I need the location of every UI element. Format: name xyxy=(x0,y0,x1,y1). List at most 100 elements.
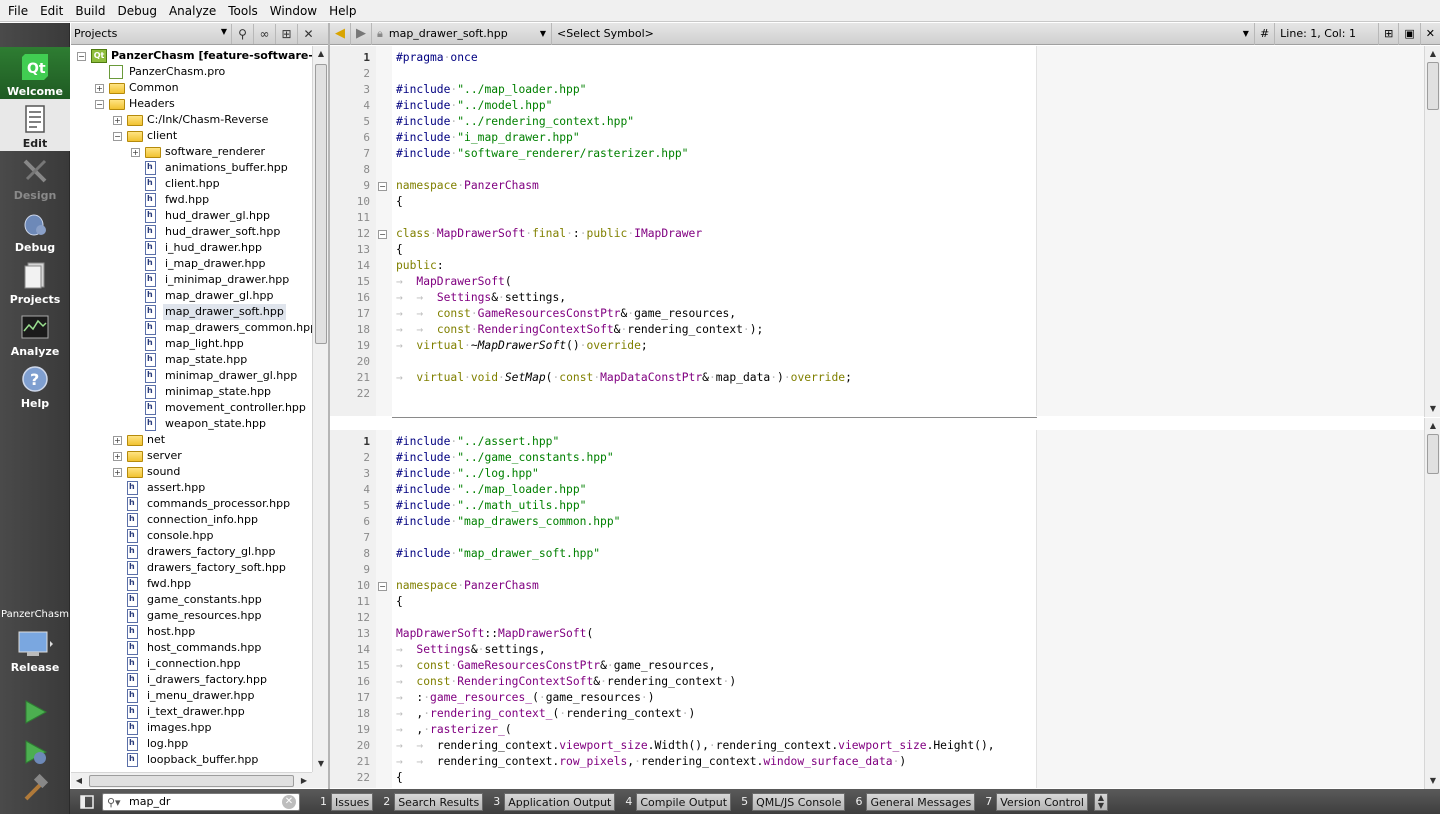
code-line[interactable]: 8 xyxy=(330,162,1424,178)
mode-analyze[interactable]: Analyze xyxy=(0,307,70,359)
code-line[interactable]: 15 → MapDrawerSoft( xyxy=(330,274,1424,290)
tree-item[interactable]: − Headers xyxy=(71,96,312,112)
code-editor-source[interactable]: 1 #include·"../assert.hpp" 2 #include·"../g… xyxy=(330,430,1424,788)
close-icon[interactable]: ✕ xyxy=(297,23,319,44)
tree-item[interactable]: h animations_buffer.hpp xyxy=(71,160,312,176)
mode-help[interactable]: ? Help xyxy=(0,359,70,411)
code-line[interactable]: 1 #include·"../assert.hpp" xyxy=(330,434,1424,450)
tree-item[interactable]: h images.hpp xyxy=(71,720,312,736)
symbol-combo[interactable]: <Select Symbol> ▼ xyxy=(552,22,1255,45)
tree-item[interactable]: h movement_controller.hpp xyxy=(71,400,312,416)
fold-marker-icon[interactable]: − xyxy=(378,582,387,591)
tree-item[interactable]: h connection_info.hpp xyxy=(71,512,312,528)
editor1-vscrollbar[interactable]: ▲ ▼ xyxy=(1424,46,1440,417)
tree-item[interactable]: + C:/Ink/Chasm-Reverse xyxy=(71,112,312,128)
code-line[interactable]: 4 #include·"../model.hpp" xyxy=(330,98,1424,114)
tree-item[interactable]: h console.hpp xyxy=(71,528,312,544)
scroll-down-icon[interactable]: ▼ xyxy=(1425,401,1440,417)
scroll-up-icon[interactable]: ▲ xyxy=(1425,418,1440,434)
code-line[interactable]: 17 → :·game_resources_(·game_resources·) xyxy=(330,690,1424,706)
tree-item[interactable]: + Common xyxy=(71,80,312,96)
code-line[interactable]: 21 → → rendering_context.row_pixels,·rend… xyxy=(330,754,1424,770)
filter-icon[interactable]: ⚲ xyxy=(231,23,253,44)
code-line[interactable]: 14 public: xyxy=(330,258,1424,274)
split-icon[interactable]: ⊞ xyxy=(275,23,297,44)
tree-item[interactable]: h i_menu_drawer.hpp xyxy=(71,688,312,704)
back-arrow-icon[interactable]: ◀ xyxy=(330,22,351,45)
tree-item[interactable]: h drawers_factory_gl.hpp xyxy=(71,544,312,560)
code-line[interactable]: 17 → → const·GameResourcesConstPtr&·game_… xyxy=(330,306,1424,322)
debug-run-icon[interactable] xyxy=(20,737,50,767)
expand-icon[interactable]: + xyxy=(113,468,122,477)
code-line[interactable]: 2 #include·"../game_constants.hpp" xyxy=(330,450,1424,466)
cursor-position[interactable]: Line: 1, Col: 1 xyxy=(1275,22,1380,45)
menu-help[interactable]: Help xyxy=(323,0,362,22)
scroll-up-icon[interactable]: ▲ xyxy=(1425,46,1440,62)
split-icon[interactable]: ⊞ xyxy=(1379,22,1400,45)
code-line[interactable]: 2 xyxy=(330,66,1424,82)
output-pane-qml-js-console[interactable]: 5 QML/JS Console xyxy=(737,792,846,811)
menu-edit[interactable]: Edit xyxy=(34,0,69,22)
tree-item[interactable]: h map_drawer_gl.hpp xyxy=(71,288,312,304)
collapse-icon[interactable]: − xyxy=(77,52,86,61)
tree-item[interactable]: h i_minimap_drawer.hpp xyxy=(71,272,312,288)
code-line[interactable]: 12− class·MapDrawerSoft·final·:·public·IM… xyxy=(330,226,1424,242)
build-hammer-icon[interactable] xyxy=(20,773,50,803)
tree-item[interactable]: h host_commands.hpp xyxy=(71,640,312,656)
clear-icon[interactable]: ✕ xyxy=(282,794,296,809)
tree-item[interactable]: h map_light.hpp xyxy=(71,336,312,352)
locator-input[interactable]: ⚲▾ map_dr ✕ xyxy=(102,792,300,811)
code-line[interactable]: 16 → const·RenderingContextSoft&·renderin… xyxy=(330,674,1424,690)
tree-item[interactable]: h i_drawers_factory.hpp xyxy=(71,672,312,688)
tree-item[interactable]: h commands_processor.hpp xyxy=(71,496,312,512)
scroll-thumb[interactable] xyxy=(1427,434,1439,474)
link-sync-icon[interactable]: ∞ xyxy=(253,23,275,44)
encoding-hash[interactable]: # xyxy=(1255,22,1276,45)
code-line[interactable]: 13 MapDrawerSoft::MapDrawerSoft( xyxy=(330,626,1424,642)
tree-item[interactable]: h i_connection.hpp xyxy=(71,656,312,672)
tree-item[interactable]: − Qt PanzerChasm [feature-software-re xyxy=(71,48,312,64)
output-pane-application-output[interactable]: 3 Application Output xyxy=(489,792,616,811)
code-line[interactable]: 11 { xyxy=(330,594,1424,610)
code-line[interactable]: 18 → ,·rendering_context_(·rendering_cont… xyxy=(330,706,1424,722)
code-line[interactable]: 8 #include·"map_drawer_soft.hpp" xyxy=(330,546,1424,562)
code-line[interactable]: 14 → Settings&·settings, xyxy=(330,642,1424,658)
expand-icon[interactable]: + xyxy=(113,116,122,125)
mode-debug[interactable]: Debug xyxy=(0,203,70,255)
output-pane-general-messages[interactable]: 6 General Messages xyxy=(851,792,976,811)
tree-item[interactable]: + server xyxy=(71,448,312,464)
tree-item[interactable]: h loopback_buffer.hpp xyxy=(71,752,312,768)
tree-item[interactable]: + software_renderer xyxy=(71,144,312,160)
code-line[interactable]: 6 #include·"i_map_drawer.hpp" xyxy=(330,130,1424,146)
more-panes-icon[interactable]: ▲ ▼ xyxy=(1093,792,1108,811)
tree-item[interactable]: h weapon_state.hpp xyxy=(71,416,312,432)
menu-debug[interactable]: Debug xyxy=(111,0,162,22)
code-line[interactable]: 11 xyxy=(330,210,1424,226)
forward-arrow-icon[interactable]: ▶ xyxy=(351,22,372,45)
code-line[interactable]: 18 → → const·RenderingContextSoft&·render… xyxy=(330,322,1424,338)
scroll-thumb[interactable] xyxy=(1427,62,1439,110)
editor2-vscrollbar[interactable]: ▲ ▼ xyxy=(1424,418,1440,789)
code-line[interactable]: 22 { xyxy=(330,770,1424,786)
project-tree-vscrollbar[interactable]: ▲ ▼ xyxy=(312,46,328,772)
code-line[interactable]: 5 #include·"../math_utils.hpp" xyxy=(330,498,1424,514)
tree-item[interactable]: h game_constants.hpp xyxy=(71,592,312,608)
expand-icon[interactable]: + xyxy=(95,84,104,93)
tree-item[interactable]: h fwd.hpp xyxy=(71,576,312,592)
kit-selector[interactable]: Release xyxy=(0,625,70,675)
close-icon[interactable]: ✕ xyxy=(1421,23,1440,45)
fold-marker-icon[interactable]: − xyxy=(378,182,387,191)
code-line[interactable]: 22 xyxy=(330,386,1424,402)
scroll-up-icon[interactable]: ▲ xyxy=(313,46,329,62)
code-line[interactable]: 19 → ,·rasterizer_( xyxy=(330,722,1424,738)
tree-item[interactable]: + net xyxy=(71,432,312,448)
tree-item[interactable]: h i_text_drawer.hpp xyxy=(71,704,312,720)
code-line[interactable]: 21 → virtual·void·SetMap(·const·MapDataCo… xyxy=(330,370,1424,386)
collapse-icon[interactable]: − xyxy=(113,132,122,141)
tree-item[interactable]: h log.hpp xyxy=(71,736,312,752)
tree-item[interactable]: h i_map_drawer.hpp xyxy=(71,256,312,272)
code-line[interactable]: 19 → virtual·~MapDrawerSoft()·override; xyxy=(330,338,1424,354)
code-line[interactable]: 5 #include·"../rendering_context.hpp" xyxy=(330,114,1424,130)
output-pane-issues[interactable]: 1 Issues xyxy=(316,792,374,811)
menu-window[interactable]: Window xyxy=(264,0,323,22)
